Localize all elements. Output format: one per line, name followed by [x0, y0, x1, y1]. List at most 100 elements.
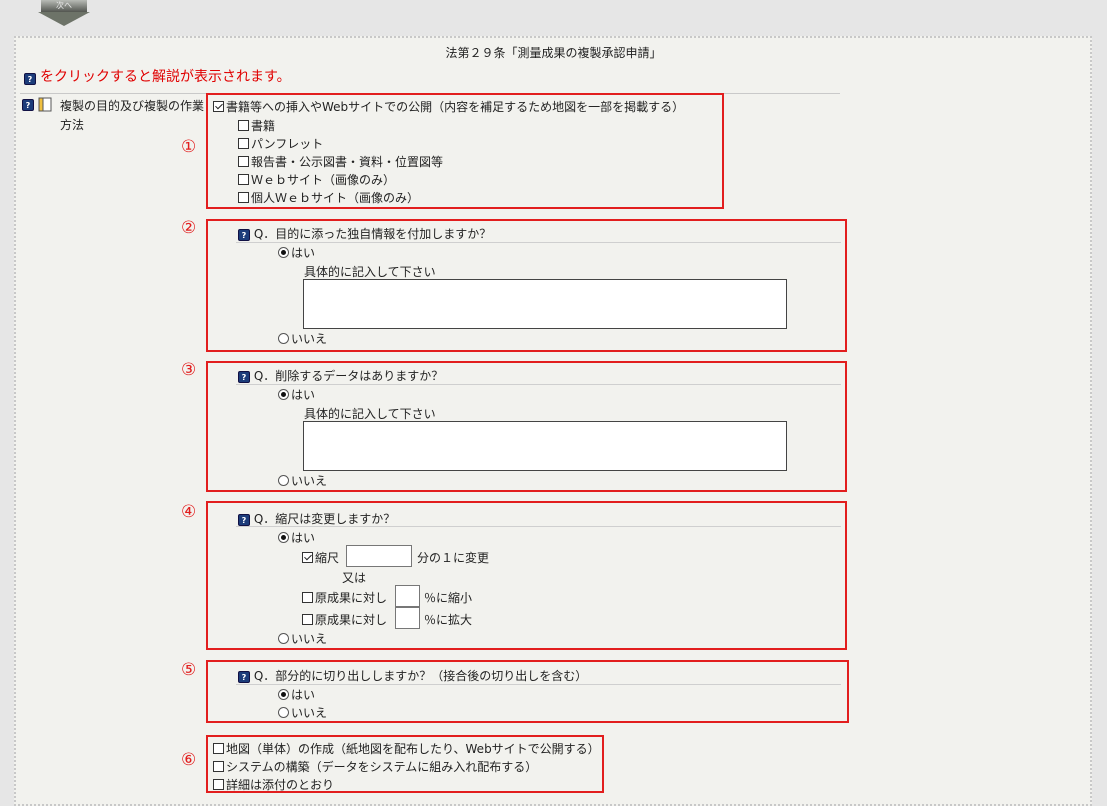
option-label: 地図（単体）の作成（紙地図を配布したり、Webサイトで公開する）: [226, 742, 600, 756]
yes-option-5[interactable]: はい: [278, 686, 315, 703]
question-3-text: Q．削除するデータはありますか？: [253, 369, 444, 383]
help-icon[interactable]: ?: [238, 514, 250, 526]
section-1-box: 書籍等への挿入やWebサイトでの公開（内容を補足するため地図を一部を掲載する） …: [206, 93, 724, 209]
enlarge-row[interactable]: 原成果に対し: [302, 611, 387, 628]
next-button[interactable]: 次へ: [38, 0, 90, 26]
question-divider: [236, 526, 841, 527]
publish-checkbox[interactable]: [213, 101, 224, 112]
question-3: ? Q．削除するデータはありますか？: [238, 367, 443, 384]
section-3-box: ? Q．削除するデータはありますか？ はい 具体的に記入して下さい いいえ: [206, 361, 847, 492]
yes-label: はい: [291, 246, 316, 260]
yes-radio[interactable]: [278, 689, 289, 700]
no-radio[interactable]: [278, 333, 289, 344]
website-checkbox[interactable]: [238, 174, 249, 185]
section-number-2: ②: [181, 218, 197, 238]
scale-change-row[interactable]: 縮尺: [302, 549, 339, 566]
question-4: ? Q．縮尺は変更しますか？: [238, 510, 395, 527]
scale-input[interactable]: [346, 545, 412, 567]
question-5: ? Q．部分的に切り出ししますか？（接合後の切り出しを含む）: [238, 667, 587, 684]
see-attachment-checkbox[interactable]: [213, 779, 224, 790]
section-5-box: ? Q．部分的に切り出ししますか？（接合後の切り出しを含む） はい いいえ: [206, 660, 849, 723]
help-icon[interactable]: ?: [238, 371, 250, 383]
question-2-text: Q．目的に添った独自情報を付加しますか？: [253, 227, 492, 241]
detail-label-3: 具体的に記入して下さい: [304, 407, 436, 421]
question-2: ? Q．目的に添った独自情報を付加しますか？: [238, 225, 491, 242]
reduce-label: 原成果に対し: [315, 591, 388, 605]
field-label: 複製の目的及び複製の作業方法: [60, 99, 205, 132]
books-checkbox[interactable]: [238, 120, 249, 131]
main-option-row[interactable]: 書籍等への挿入やWebサイトでの公開（内容を補足するため地図を一部を掲載する）: [213, 98, 684, 115]
no-radio[interactable]: [278, 707, 289, 718]
reduce-percent-input[interactable]: [395, 585, 420, 607]
section-4-box: ? Q．縮尺は変更しますか？ はい 縮尺 分の１に変更 又は 原成果に対し ％に…: [206, 501, 847, 650]
reduce-row[interactable]: 原成果に対し: [302, 589, 387, 606]
section-number-1: ①: [181, 137, 197, 157]
sub-option-personal-website[interactable]: 個人Ｗｅｂサイト（画像のみ）: [238, 189, 419, 206]
no-label: いいえ: [291, 632, 328, 646]
question-divider: [236, 242, 841, 243]
yes-option-2[interactable]: はい: [278, 244, 315, 261]
enlarge-checkbox[interactable]: [302, 614, 313, 625]
sub-option-report[interactable]: 報告書・公示図書・資料・位置図等: [238, 153, 443, 170]
personal-website-checkbox[interactable]: [238, 192, 249, 203]
yes-option-4[interactable]: はい: [278, 529, 315, 546]
no-option-3[interactable]: いいえ: [278, 472, 327, 489]
no-radio[interactable]: [278, 633, 289, 644]
detail-label-2: 具体的に記入して下さい: [304, 265, 436, 279]
help-notice-text: をクリックすると解説が表示されます。: [40, 69, 291, 85]
no-label: いいえ: [291, 332, 328, 346]
section-number-4: ④: [181, 502, 197, 522]
enlarge-percent-input[interactable]: [395, 607, 420, 629]
question-5-text: Q．部分的に切り出ししますか？（接合後の切り出しを含む）: [253, 669, 588, 683]
system-build-option[interactable]: システムの構築（データをシステムに組み入れ配布する）: [213, 758, 537, 775]
sub-option-pamphlet[interactable]: パンフレット: [238, 135, 323, 152]
detail-textarea-3[interactable]: [303, 421, 787, 471]
pamphlet-checkbox[interactable]: [238, 138, 249, 149]
help-icon[interactable]: ?: [238, 229, 250, 241]
question-divider: [236, 684, 841, 685]
sub-option-label: 書籍: [251, 119, 276, 133]
next-button-label: 次へ: [56, 1, 72, 10]
yes-radio[interactable]: [278, 532, 289, 543]
no-option-4[interactable]: いいえ: [278, 630, 327, 647]
yes-option-3[interactable]: はい: [278, 386, 315, 403]
option-label: 詳細は添付のとおり: [226, 778, 335, 792]
section-2-box: ? Q．目的に添った独自情報を付加しますか？ はい 具体的に記入して下さい いい…: [206, 219, 847, 352]
reduce-suffix: ％に縮小: [424, 591, 473, 605]
question-divider: [236, 384, 841, 385]
scale-label: 縮尺: [315, 551, 340, 565]
report-checkbox[interactable]: [238, 156, 249, 167]
detail-textarea-2[interactable]: [303, 279, 787, 329]
publish-option-label: 書籍等への挿入やWebサイトでの公開（内容を補足するため地図を一部を掲載する）: [226, 100, 685, 114]
map-creation-option[interactable]: 地図（単体）の作成（紙地図を配布したり、Webサイトで公開する）: [213, 740, 600, 757]
option-label: システムの構築（データをシステムに組み入れ配布する）: [226, 760, 538, 774]
no-label: いいえ: [291, 706, 328, 720]
sub-option-books[interactable]: 書籍: [238, 117, 275, 134]
no-label: いいえ: [291, 474, 328, 488]
yes-radio[interactable]: [278, 389, 289, 400]
reduce-checkbox[interactable]: [302, 592, 313, 603]
scale-suffix: 分の１に変更: [417, 551, 490, 565]
help-icon[interactable]: ?: [22, 99, 34, 111]
system-build-checkbox[interactable]: [213, 761, 224, 772]
enlarge-label: 原成果に対し: [315, 613, 388, 627]
section-6-box: 地図（単体）の作成（紙地図を配布したり、Webサイトで公開する） システムの構築…: [206, 735, 604, 793]
sub-option-website[interactable]: Ｗｅｂサイト（画像のみ）: [238, 171, 395, 188]
sub-option-label: Ｗｅｂサイト（画像のみ）: [251, 173, 396, 187]
question-4-text: Q．縮尺は変更しますか？: [253, 512, 396, 526]
yes-label: はい: [291, 388, 316, 402]
help-notice: ? をクリックすると解説が表示されます。: [24, 66, 291, 86]
scale-checkbox[interactable]: [302, 552, 313, 563]
help-icon[interactable]: ?: [238, 671, 250, 683]
map-creation-checkbox[interactable]: [213, 743, 224, 754]
no-option-5[interactable]: いいえ: [278, 704, 327, 721]
or-label: 又は: [342, 571, 367, 585]
form-title: 法第２９条「測量成果の複製承認申請」: [445, 46, 662, 60]
see-attachment-option[interactable]: 詳細は添付のとおり: [213, 776, 334, 793]
section-number-6: ⑥: [181, 750, 197, 770]
no-radio[interactable]: [278, 475, 289, 486]
no-option-2[interactable]: いいえ: [278, 330, 327, 347]
yes-label: はい: [291, 688, 316, 702]
yes-radio[interactable]: [278, 247, 289, 258]
yes-label: はい: [291, 531, 316, 545]
